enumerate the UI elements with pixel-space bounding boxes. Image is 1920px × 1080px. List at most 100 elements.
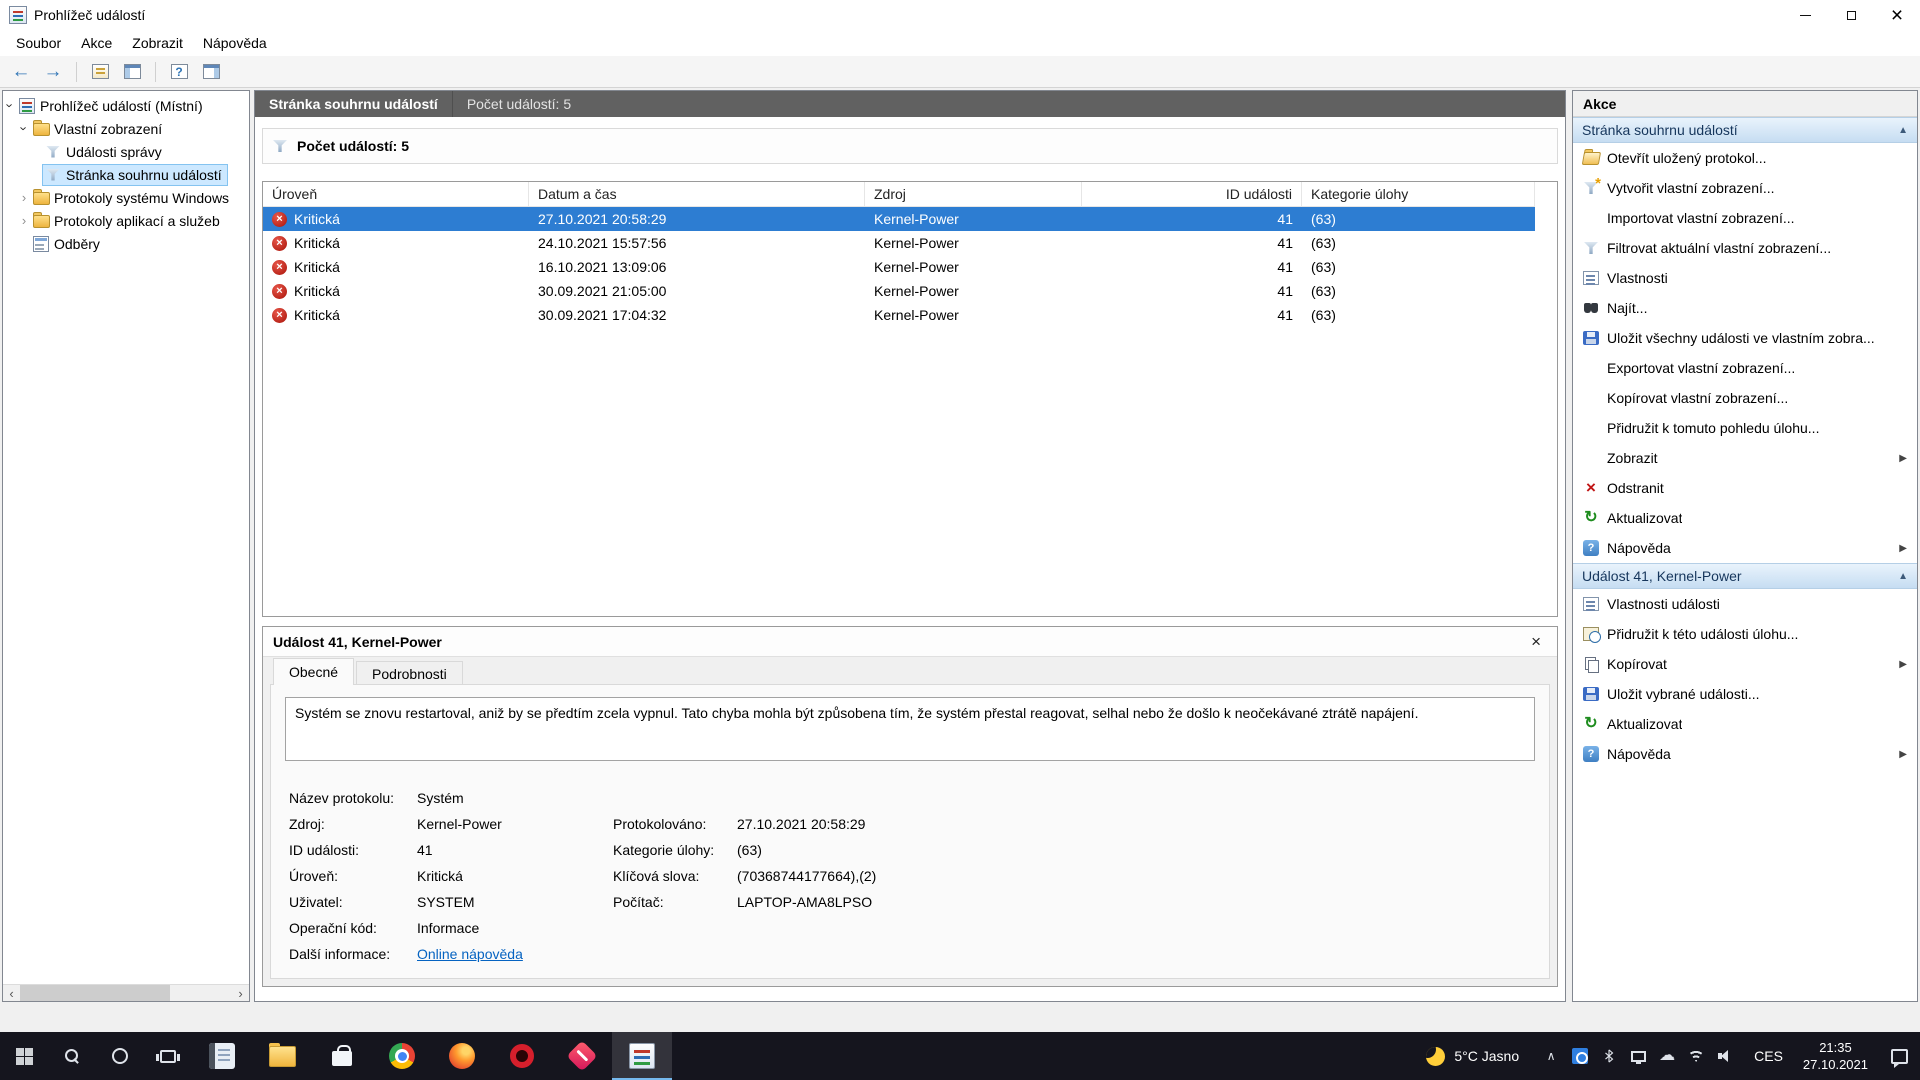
clock-button[interactable]: 21:35 27.10.2021	[1793, 1039, 1878, 1073]
help-icon[interactable]	[166, 59, 192, 85]
console-tree-icon[interactable]	[119, 59, 145, 85]
display-tray-button[interactable]	[1625, 1032, 1651, 1080]
tree-item-admin-events[interactable]: Události správy	[3, 140, 249, 163]
tab-podrobnosti[interactable]: Podrobnosti	[356, 661, 463, 685]
action-attach-task-to-view[interactable]: Přidružit k tomuto pohledu úlohu...	[1573, 413, 1917, 443]
onedrive-tray-button[interactable]	[1654, 1032, 1680, 1080]
event-row[interactable]: Kritická 24.10.2021 15:57:56 Kernel-Powe…	[263, 231, 1535, 255]
event-description: Systém se znovu restartoval, aniž by se …	[285, 697, 1535, 761]
close-preview-icon[interactable]	[1531, 632, 1541, 652]
action-copy[interactable]: Kopírovat	[1573, 649, 1917, 679]
field-value: (70368744177664),(2)	[737, 868, 1535, 884]
task-view-button[interactable]	[144, 1032, 192, 1080]
field-label: ID události:	[289, 842, 417, 858]
hidden-icons-button[interactable]	[1538, 1032, 1564, 1080]
event-row[interactable]: Kritická 30.09.2021 17:04:32 Kernel-Powe…	[263, 303, 1535, 327]
forward-icon[interactable]	[40, 59, 66, 85]
column-header-level[interactable]: Úroveň	[263, 182, 529, 206]
event-row[interactable]: Kritická 16.10.2021 13:09:06 Kernel-Powe…	[263, 255, 1535, 279]
store-button[interactable]	[312, 1032, 372, 1080]
chevron-expanded-icon[interactable]	[17, 121, 31, 136]
start-button[interactable]	[0, 1032, 48, 1080]
export-icon[interactable]	[87, 59, 113, 85]
field-row: Úroveň:Kritická Klíčová slova:(703687441…	[289, 863, 1535, 889]
tree-item-custom-views[interactable]: Vlastní zobrazení	[3, 117, 249, 140]
pink-design-app-icon	[566, 1040, 597, 1071]
scrollbar-thumb[interactable]	[20, 985, 170, 1001]
bluetooth-tray-button[interactable]	[1596, 1032, 1622, 1080]
scroll-right-icon[interactable]	[232, 985, 249, 1001]
red-circle-app-button[interactable]	[492, 1032, 552, 1080]
tree-item-app-logs[interactable]: Protokoly aplikací a služeb	[3, 209, 249, 232]
action-pane-icon[interactable]	[198, 59, 224, 85]
language-button[interactable]: CES	[1744, 1032, 1793, 1080]
online-help-link[interactable]: Online nápověda	[417, 946, 613, 962]
notes-app-icon	[209, 1043, 235, 1069]
menu-zobrazit[interactable]: Zobrazit	[122, 30, 193, 56]
scroll-left-icon[interactable]	[3, 985, 20, 1001]
action-import-custom-view[interactable]: Importovat vlastní zobrazení...	[1573, 203, 1917, 233]
action-delete[interactable]: Odstranit	[1573, 473, 1917, 503]
action-refresh[interactable]: Aktualizovat	[1573, 503, 1917, 533]
design-app-button[interactable]	[552, 1032, 612, 1080]
actions-section-header-event[interactable]: Událost 41, Kernel-Power	[1573, 563, 1917, 589]
action-event-properties[interactable]: Vlastnosti události	[1573, 589, 1917, 619]
tab-obecne[interactable]: Obecné	[273, 658, 354, 685]
column-header-source[interactable]: Zdroj	[865, 182, 1082, 206]
chrome-button[interactable]	[372, 1032, 432, 1080]
action-open-saved-log[interactable]: Otevřít uložený protokol...	[1573, 143, 1917, 173]
cortana-button[interactable]	[96, 1032, 144, 1080]
menu-soubor[interactable]: Soubor	[6, 30, 71, 56]
file-explorer-button[interactable]	[252, 1032, 312, 1080]
minimize-button[interactable]	[1782, 0, 1828, 30]
collapse-section-icon[interactable]	[1898, 571, 1908, 582]
tree-item-subscriptions[interactable]: Odběry	[3, 232, 249, 255]
menu-napoveda[interactable]: Nápověda	[193, 30, 277, 56]
chevron-collapsed-icon[interactable]	[17, 190, 31, 205]
action-view[interactable]: Zobrazit	[1573, 443, 1917, 473]
collapse-section-icon[interactable]	[1898, 125, 1908, 136]
scrollbar-track[interactable]	[20, 985, 232, 1001]
blue-app-tray-button[interactable]	[1567, 1032, 1593, 1080]
weather-button[interactable]: 5°C Jasno	[1413, 1032, 1532, 1080]
notes-app-button[interactable]	[192, 1032, 252, 1080]
field-value: Kritická	[417, 868, 613, 884]
properties-icon	[1583, 597, 1599, 611]
back-icon[interactable]	[8, 59, 34, 85]
menu-akce[interactable]: Akce	[71, 30, 122, 56]
action-find[interactable]: Najít...	[1573, 293, 1917, 323]
notification-center-button[interactable]	[1878, 1049, 1920, 1064]
close-button[interactable]	[1874, 0, 1920, 30]
task-view-icon	[160, 1050, 176, 1063]
tree-item-root[interactable]: Prohlížeč událostí (Místní)	[3, 94, 249, 117]
column-header-eventid[interactable]: ID události	[1082, 182, 1302, 206]
tree-item-windows-logs[interactable]: Protokoly systému Windows	[3, 186, 249, 209]
event-viewer-taskbar-button[interactable]	[612, 1032, 672, 1080]
action-export-custom-view[interactable]: Exportovat vlastní zobrazení...	[1573, 353, 1917, 383]
wifi-tray-button[interactable]	[1683, 1032, 1709, 1080]
tree-item-summary-page[interactable]: Stránka souhrnu událostí	[3, 163, 249, 186]
column-header-category[interactable]: Kategorie úlohy	[1302, 182, 1535, 206]
event-row[interactable]: Kritická 27.10.2021 20:58:29 Kernel-Powe…	[263, 207, 1535, 231]
action-help-event[interactable]: Nápověda	[1573, 739, 1917, 769]
horizontal-scrollbar[interactable]	[3, 984, 249, 1001]
action-save-all-events[interactable]: Uložit všechny události ve vlastním zobr…	[1573, 323, 1917, 353]
column-header-datetime[interactable]: Datum a čas	[529, 182, 865, 206]
actions-section-header-summary[interactable]: Stránka souhrnu událostí	[1573, 117, 1917, 143]
chevron-collapsed-icon[interactable]	[17, 213, 31, 228]
event-row[interactable]: Kritická 30.09.2021 21:05:00 Kernel-Powe…	[263, 279, 1535, 303]
action-attach-task-to-event[interactable]: Přidružit k této události úlohu...	[1573, 619, 1917, 649]
restore-button[interactable]	[1828, 0, 1874, 30]
toolbar-separator	[155, 62, 156, 82]
action-filter-current-view[interactable]: Filtrovat aktuální vlastní zobrazení...	[1573, 233, 1917, 263]
search-button[interactable]	[48, 1032, 96, 1080]
action-save-selected-events[interactable]: Uložit vybrané události...	[1573, 679, 1917, 709]
action-refresh-event[interactable]: Aktualizovat	[1573, 709, 1917, 739]
firefox-button[interactable]	[432, 1032, 492, 1080]
volume-tray-button[interactable]	[1712, 1032, 1738, 1080]
action-copy-custom-view[interactable]: Kopírovat vlastní zobrazení...	[1573, 383, 1917, 413]
chevron-expanded-icon[interactable]	[3, 98, 17, 113]
action-help[interactable]: Nápověda	[1573, 533, 1917, 563]
action-create-custom-view[interactable]: Vytvořit vlastní zobrazení...	[1573, 173, 1917, 203]
action-properties[interactable]: Vlastnosti	[1573, 263, 1917, 293]
